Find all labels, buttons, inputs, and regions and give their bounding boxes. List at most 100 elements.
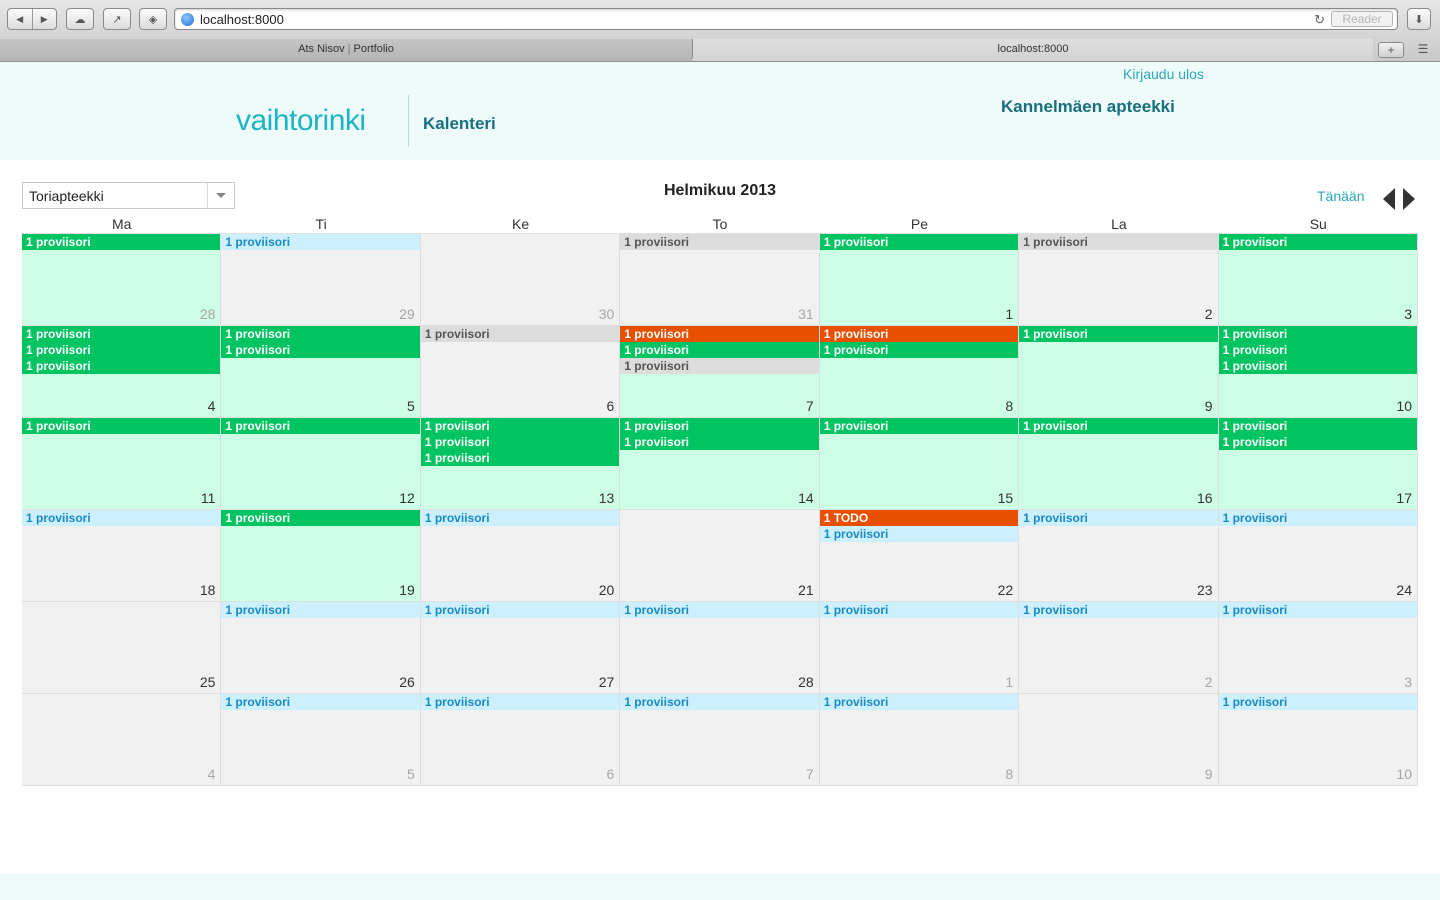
calendar-event[interactable]: 1 proviisori bbox=[22, 342, 221, 358]
calendar-day[interactable]: 1 proviisori 3 bbox=[1218, 234, 1418, 326]
calendar-event[interactable]: 1 proviisori bbox=[620, 342, 819, 358]
calendar-event[interactable]: 1 proviisori bbox=[1218, 326, 1417, 342]
calendar-event[interactable]: 1 proviisori bbox=[420, 418, 620, 434]
tab-localhost[interactable]: localhost:8000 bbox=[693, 39, 1373, 61]
calendar-event[interactable]: 1 proviisori bbox=[22, 510, 221, 526]
calendar-day[interactable]: 30 bbox=[420, 234, 621, 326]
calendar-event[interactable]: 1 proviisori bbox=[1019, 510, 1218, 526]
calendar-event[interactable]: 1 proviisori bbox=[620, 434, 819, 450]
downloads-button[interactable]: ⬇ bbox=[1407, 8, 1431, 30]
tab-portfolio[interactable]: Ats Nisov | Portfolio bbox=[0, 39, 693, 61]
calendar-event[interactable]: 1 proviisori bbox=[620, 234, 819, 250]
calendar-day[interactable]: 1 proviisori 3 bbox=[1218, 602, 1418, 694]
calendar-event[interactable]: 1 proviisori bbox=[1218, 510, 1417, 526]
calendar-event[interactable]: 1 proviisori bbox=[1218, 694, 1417, 710]
calendar-day[interactable]: 1 proviisori 11 bbox=[22, 418, 222, 510]
forward-icon[interactable]: ▶ bbox=[33, 14, 57, 25]
calendar-day[interactable]: 1 proviisori 18 bbox=[22, 510, 222, 602]
calendar-day[interactable]: 1 proviisori 10 bbox=[1218, 694, 1418, 786]
calendar-event[interactable]: 1 proviisori bbox=[22, 418, 221, 434]
calendar-event[interactable]: 1 proviisori bbox=[819, 342, 1019, 358]
logo[interactable]: vaihtorinki bbox=[236, 104, 366, 138]
calendar-day[interactable]: 1 proviisori 19 bbox=[221, 510, 421, 602]
calendar-day[interactable]: 1 proviisori 2 bbox=[1019, 602, 1219, 694]
calendar-day[interactable]: 1 proviisori 20 bbox=[420, 510, 621, 602]
calendar-event[interactable]: 1 proviisori bbox=[420, 602, 620, 618]
share-button[interactable]: ↗ bbox=[103, 8, 131, 30]
calendar-day[interactable]: 1 proviisori 6 bbox=[420, 694, 621, 786]
calendar-day[interactable]: 1 TODO 1 proviisori 22 bbox=[819, 510, 1020, 602]
calendar-day[interactable]: 1 proviisori 1 proviisori 1 proviisori 7 bbox=[620, 326, 820, 418]
calendar-event[interactable]: 1 proviisori bbox=[1019, 602, 1218, 618]
calendar-day[interactable]: 1 proviisori 12 bbox=[221, 418, 421, 510]
calendar-day[interactable]: 1 proviisori 1 proviisori 8 bbox=[819, 326, 1020, 418]
calendar-day[interactable]: 1 proviisori 26 bbox=[221, 602, 421, 694]
calendar-day[interactable]: 1 proviisori 28 bbox=[22, 234, 222, 326]
calendar-event[interactable]: 1 proviisori bbox=[420, 450, 620, 466]
prev-month-icon[interactable] bbox=[1383, 188, 1395, 210]
calendar-day[interactable]: 1 proviisori 29 bbox=[221, 234, 421, 326]
calendar-event[interactable]: 1 proviisori bbox=[1218, 602, 1417, 618]
calendar-day[interactable]: 1 proviisori 1 proviisori 1 proviisori 13 bbox=[420, 418, 621, 510]
calendar-event[interactable]: 1 proviisori bbox=[819, 526, 1019, 542]
calendar-event[interactable]: 1 proviisori bbox=[221, 418, 420, 434]
calendar-event[interactable]: 1 proviisori bbox=[1019, 234, 1218, 250]
next-month-icon[interactable] bbox=[1403, 188, 1415, 210]
calendar-day[interactable]: 1 proviisori 1 bbox=[819, 602, 1020, 694]
calendar-event[interactable]: 1 proviisori bbox=[819, 418, 1019, 434]
calendar-day[interactable]: 1 proviisori 6 bbox=[420, 326, 621, 418]
calendar-day[interactable]: 1 proviisori 24 bbox=[1218, 510, 1418, 602]
calendar-day[interactable]: 1 proviisori 1 proviisori 5 bbox=[221, 326, 421, 418]
calendar-event[interactable]: 1 proviisori bbox=[1218, 358, 1417, 374]
back-icon[interactable]: ◀ bbox=[8, 14, 32, 25]
calendar-event[interactable]: 1 proviisori bbox=[420, 434, 620, 450]
calendar-event[interactable]: 1 proviisori bbox=[221, 602, 420, 618]
icloud-tabs-button[interactable]: ☁ bbox=[66, 8, 94, 30]
calendar-event[interactable]: 1 proviisori bbox=[819, 602, 1019, 618]
calendar-day[interactable]: 1 proviisori 1 proviisori 14 bbox=[620, 418, 820, 510]
tab-list-icon[interactable]: ☰ bbox=[1410, 42, 1436, 58]
calendar-day[interactable]: 1 proviisori 1 proviisori 1 proviisori 10 bbox=[1218, 326, 1418, 418]
calendar-day[interactable]: 1 proviisori 7 bbox=[620, 694, 820, 786]
calendar-event[interactable]: 1 proviisori bbox=[620, 326, 819, 342]
calendar-event[interactable]: 1 proviisori bbox=[221, 342, 420, 358]
url-text[interactable]: localhost:8000 bbox=[200, 12, 284, 27]
calendar-event[interactable]: 1 proviisori bbox=[221, 510, 420, 526]
calendar-day[interactable]: 1 proviisori 9 bbox=[1019, 326, 1219, 418]
sidebar-button[interactable]: ◈ bbox=[139, 8, 167, 30]
calendar-day[interactable]: 1 proviisori 1 proviisori 1 proviisori 4 bbox=[22, 326, 222, 418]
calendar-day[interactable]: 1 proviisori 2 bbox=[1019, 234, 1219, 326]
calendar-day[interactable]: 21 bbox=[620, 510, 820, 602]
calendar-day[interactable]: 1 proviisori 8 bbox=[819, 694, 1020, 786]
calendar-event[interactable]: 1 proviisori bbox=[620, 694, 819, 710]
reload-icon[interactable]: ↻ bbox=[1314, 12, 1325, 28]
calendar-event[interactable]: 1 proviisori bbox=[819, 326, 1019, 342]
calendar-day[interactable]: 1 proviisori 15 bbox=[819, 418, 1020, 510]
calendar-day[interactable]: 1 proviisori 1 bbox=[819, 234, 1020, 326]
new-tab-button[interactable]: + bbox=[1378, 42, 1404, 58]
calendar-day[interactable]: 1 proviisori 23 bbox=[1019, 510, 1219, 602]
calendar-event[interactable]: 1 proviisori bbox=[620, 418, 819, 434]
select-arrow-zone[interactable] bbox=[207, 183, 234, 208]
calendar-day[interactable]: 1 proviisori 1 proviisori 17 bbox=[1218, 418, 1418, 510]
calendar-event[interactable]: 1 proviisori bbox=[420, 510, 620, 526]
pharmacy-select[interactable]: Toriapteekki bbox=[22, 182, 235, 209]
calendar-event[interactable]: 1 proviisori bbox=[620, 358, 819, 374]
calendar-day[interactable]: 1 proviisori 28 bbox=[620, 602, 820, 694]
calendar-event[interactable]: 1 TODO bbox=[819, 510, 1019, 526]
calendar-event[interactable]: 1 proviisori bbox=[22, 234, 221, 250]
calendar-event[interactable]: 1 proviisori bbox=[620, 602, 819, 618]
reader-button[interactable]: Reader bbox=[1331, 11, 1393, 27]
calendar-event[interactable]: 1 proviisori bbox=[221, 694, 420, 710]
calendar-event[interactable]: 1 proviisori bbox=[1218, 418, 1417, 434]
calendar-event[interactable]: 1 proviisori bbox=[1218, 434, 1417, 450]
calendar-event[interactable]: 1 proviisori bbox=[221, 234, 420, 250]
today-button[interactable]: Tänään bbox=[1317, 188, 1364, 204]
calendar-day[interactable]: 1 proviisori 16 bbox=[1019, 418, 1219, 510]
calendar-day[interactable]: 9 bbox=[1019, 694, 1219, 786]
calendar-event[interactable]: 1 proviisori bbox=[1019, 418, 1218, 434]
logout-link[interactable]: Kirjaudu ulos bbox=[1123, 66, 1204, 82]
calendar-event[interactable]: 1 proviisori bbox=[819, 234, 1019, 250]
calendar-event[interactable]: 1 proviisori bbox=[221, 326, 420, 342]
calendar-event[interactable]: 1 proviisori bbox=[1218, 234, 1417, 250]
